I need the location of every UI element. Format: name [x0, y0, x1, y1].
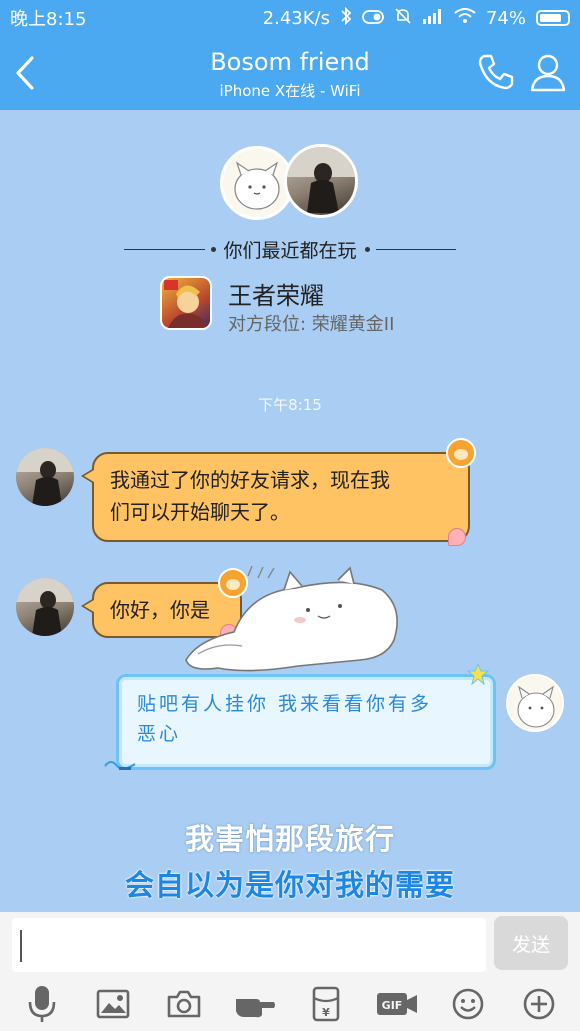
status-time: 晚上8:15 — [10, 9, 87, 30]
lyric-line-2: 会自以为是你对我的需要 — [124, 868, 455, 902]
svg-text:¥: ¥ — [322, 1006, 330, 1019]
voice-button[interactable] — [18, 980, 66, 1028]
my-avatar[interactable] — [220, 146, 294, 220]
gif-label: GIF — [381, 999, 402, 1012]
game-card[interactable]: 王者荣耀 对方段位: 荣耀黄金II — [160, 276, 460, 335]
red-packet-button[interactable]: ¥ — [302, 980, 350, 1028]
microphone-icon — [28, 985, 55, 1022]
plus-icon — [523, 988, 554, 1019]
recent-play-divider: 你们最近都在玩 — [118, 236, 462, 262]
photo-button[interactable] — [89, 980, 137, 1028]
emoji-button[interactable] — [444, 980, 492, 1028]
peach-icon — [448, 528, 466, 546]
friend-avatar[interactable] — [16, 578, 74, 636]
message-text: 贴吧有人挂你 我来看看你有多 — [137, 693, 433, 715]
lyric-line-1: 我害怕那段旅行 — [184, 822, 395, 856]
gif-button[interactable]: GIF — [373, 980, 421, 1028]
my-message-bubble[interactable]: 贴吧有人挂你 我来看看你有多 恶心 — [104, 662, 496, 770]
net-speed: 2.43K/s — [262, 7, 330, 29]
text-cursor — [20, 930, 22, 962]
wave-decoration-icon — [103, 751, 137, 770]
cat-sticker[interactable] — [178, 562, 402, 680]
red-packet-icon: ¥ — [312, 986, 339, 1021]
toggle-icon — [362, 8, 384, 29]
message-text: 我通过了你的好友请求，现在我 — [110, 468, 390, 492]
call-button[interactable] — [474, 50, 518, 94]
bluetooth-icon — [340, 6, 352, 30]
game-icon — [160, 276, 212, 330]
camera-button[interactable] — [160, 980, 208, 1028]
message-text: 恶心 — [137, 723, 182, 745]
recent-play-label: 你们最近都在玩 — [223, 239, 357, 262]
message-text: 们可以开始聊天了。 — [110, 500, 290, 524]
friend-avatar[interactable] — [16, 448, 74, 506]
star-icon — [466, 662, 490, 694]
send-button[interactable]: 发送 — [494, 916, 568, 970]
camera-icon — [167, 990, 200, 1017]
phone-icon — [478, 54, 514, 90]
mute-bell-icon — [394, 7, 412, 30]
status-bar: 晚上8:15 2.43K/s 74% — [0, 0, 580, 36]
profile-button[interactable] — [526, 50, 570, 94]
more-button[interactable] — [515, 980, 563, 1028]
battery-percent: 74% — [485, 7, 526, 29]
my-avatar[interactable] — [506, 674, 564, 732]
game-rank: 对方段位: 荣耀黄金II — [228, 314, 395, 335]
poke-button[interactable] — [231, 980, 279, 1028]
message-bubble[interactable]: 我通过了你的好友请求，现在我 们可以开始聊天了。 — [81, 438, 476, 546]
wifi-icon — [454, 7, 476, 29]
input-area: 发送 ¥ GIF — [0, 912, 580, 1031]
message-timestamp: 下午8:15 — [258, 396, 322, 414]
gif-icon: GIF — [376, 992, 417, 1015]
signal-icon — [422, 8, 444, 29]
image-icon — [96, 989, 129, 1018]
emoji-icon — [452, 988, 483, 1019]
hand-icon — [235, 998, 275, 1017]
message-input[interactable] — [12, 918, 486, 972]
battery-icon — [536, 10, 570, 26]
input-toolbar: ¥ GIF — [0, 976, 580, 1031]
person-icon — [530, 54, 566, 92]
chat-header: Bosom friend iPhone X在线 - WiFi — [0, 36, 580, 110]
game-name: 王者荣耀 — [228, 282, 324, 310]
monkey-icon — [446, 438, 476, 468]
friend-avatar[interactable] — [284, 144, 358, 218]
chat-area[interactable]: 你们最近都在玩 王者荣耀 对方段位: 荣耀黄金II 下午8:15 我通过了你的好… — [0, 110, 580, 912]
avatar-pair — [220, 144, 362, 224]
